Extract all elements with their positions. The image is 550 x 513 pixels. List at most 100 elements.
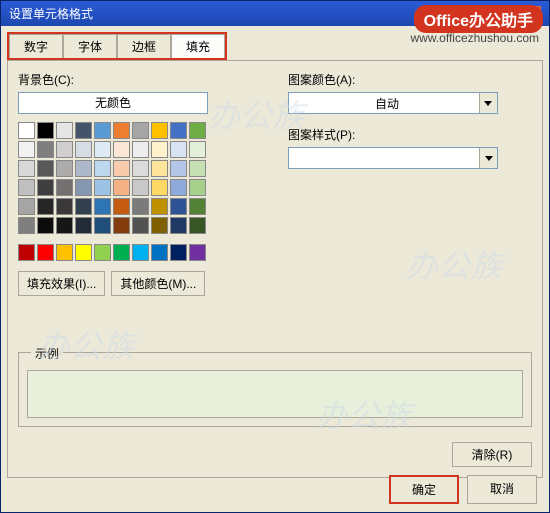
color-swatch[interactable] — [170, 217, 187, 234]
color-swatch[interactable] — [113, 217, 130, 234]
color-swatch[interactable] — [56, 217, 73, 234]
pattern-color-value: 自动 — [375, 95, 399, 112]
color-swatch[interactable] — [113, 160, 130, 177]
color-swatch[interactable] — [94, 217, 111, 234]
color-swatch[interactable] — [132, 244, 149, 261]
color-swatch[interactable] — [18, 141, 35, 158]
color-swatch[interactable] — [18, 198, 35, 215]
color-swatch[interactable] — [56, 141, 73, 158]
color-swatch[interactable] — [37, 179, 54, 196]
pattern-style-combo[interactable] — [288, 147, 498, 169]
color-swatch[interactable] — [189, 160, 206, 177]
color-swatch[interactable] — [151, 122, 168, 139]
example-label: 示例 — [31, 345, 63, 362]
color-swatch[interactable] — [170, 122, 187, 139]
color-swatch[interactable] — [75, 179, 92, 196]
color-swatch[interactable] — [170, 160, 187, 177]
color-swatch[interactable] — [75, 217, 92, 234]
pattern-color-combo[interactable]: 自动 — [288, 92, 498, 114]
color-swatch[interactable] — [37, 141, 54, 158]
color-swatch[interactable] — [37, 244, 54, 261]
color-swatch[interactable] — [75, 244, 92, 261]
color-swatch[interactable] — [75, 198, 92, 215]
clear-button[interactable]: 清除(R) — [452, 442, 532, 467]
color-swatch[interactable] — [94, 122, 111, 139]
bgcolor-label: 背景色(C): — [18, 71, 278, 88]
color-swatch[interactable] — [113, 244, 130, 261]
color-swatch[interactable] — [189, 122, 206, 139]
tab-bar: 数字字体边框填充 — [7, 32, 227, 60]
color-swatch[interactable] — [189, 217, 206, 234]
color-swatch[interactable] — [75, 141, 92, 158]
color-swatch[interactable] — [151, 160, 168, 177]
chevron-down-icon — [479, 93, 497, 113]
no-color-button[interactable]: 无颜色 — [18, 92, 208, 114]
tab-数字[interactable]: 数字 — [9, 34, 63, 58]
color-swatch[interactable] — [113, 141, 130, 158]
color-swatch[interactable] — [56, 179, 73, 196]
color-swatch[interactable] — [151, 179, 168, 196]
color-swatch[interactable] — [189, 244, 206, 261]
color-palette-standard — [18, 244, 278, 261]
color-swatch[interactable] — [94, 179, 111, 196]
color-swatch[interactable] — [151, 198, 168, 215]
color-swatch[interactable] — [113, 179, 130, 196]
color-palette-theme — [18, 122, 278, 234]
color-swatch[interactable] — [56, 122, 73, 139]
color-swatch[interactable] — [94, 141, 111, 158]
cancel-button[interactable]: 取消 — [467, 475, 537, 504]
left-column: 背景色(C): 无颜色 填充效果(I)... 其他颜色(M)... — [18, 71, 278, 296]
color-swatch[interactable] — [132, 122, 149, 139]
color-swatch[interactable] — [113, 122, 130, 139]
color-swatch[interactable] — [18, 217, 35, 234]
color-swatch[interactable] — [75, 122, 92, 139]
color-swatch[interactable] — [37, 217, 54, 234]
tab-content-fill: 办公族 办公族 办公族 办公族 背景色(C): 无颜色 填充效果(I)... 其… — [7, 60, 543, 478]
color-swatch[interactable] — [170, 141, 187, 158]
color-swatch[interactable] — [170, 244, 187, 261]
chevron-down-icon — [479, 148, 497, 168]
color-swatch[interactable] — [37, 122, 54, 139]
color-swatch[interactable] — [132, 160, 149, 177]
right-column: 图案颜色(A): 自动 图案样式(P): — [288, 71, 518, 181]
color-swatch[interactable] — [56, 244, 73, 261]
color-swatch[interactable] — [37, 198, 54, 215]
color-swatch[interactable] — [189, 198, 206, 215]
dialog-footer: 确定 取消 — [389, 475, 537, 504]
color-swatch[interactable] — [189, 179, 206, 196]
more-colors-button[interactable]: 其他颜色(M)... — [111, 271, 205, 296]
color-swatch[interactable] — [132, 141, 149, 158]
pattern-style-label: 图案样式(P): — [288, 126, 518, 143]
color-swatch[interactable] — [113, 198, 130, 215]
ok-button[interactable]: 确定 — [389, 475, 459, 504]
example-preview — [27, 370, 523, 418]
tab-字体[interactable]: 字体 — [63, 34, 117, 58]
dialog-window: 设置单元格格式 × Office办公助手 www.officezhushou.c… — [0, 0, 550, 513]
clear-row: 清除(R) — [452, 442, 532, 467]
color-swatch[interactable] — [170, 198, 187, 215]
color-swatch[interactable] — [151, 141, 168, 158]
watermark-url: www.officezhushou.com — [410, 31, 539, 45]
window-title: 设置单元格格式 — [9, 5, 93, 22]
tab-填充[interactable]: 填充 — [171, 34, 225, 58]
color-swatch[interactable] — [132, 217, 149, 234]
color-swatch[interactable] — [151, 217, 168, 234]
color-swatch[interactable] — [18, 244, 35, 261]
color-swatch[interactable] — [75, 160, 92, 177]
color-swatch[interactable] — [132, 179, 149, 196]
color-swatch[interactable] — [170, 179, 187, 196]
color-swatch[interactable] — [132, 198, 149, 215]
color-swatch[interactable] — [18, 122, 35, 139]
tab-边框[interactable]: 边框 — [117, 34, 171, 58]
color-swatch[interactable] — [94, 160, 111, 177]
color-swatch[interactable] — [94, 198, 111, 215]
color-swatch[interactable] — [189, 141, 206, 158]
color-swatch[interactable] — [18, 179, 35, 196]
fill-effects-button[interactable]: 填充效果(I)... — [18, 271, 105, 296]
color-swatch[interactable] — [56, 160, 73, 177]
color-swatch[interactable] — [94, 244, 111, 261]
color-swatch[interactable] — [37, 160, 54, 177]
color-swatch[interactable] — [151, 244, 168, 261]
color-swatch[interactable] — [18, 160, 35, 177]
color-swatch[interactable] — [56, 198, 73, 215]
